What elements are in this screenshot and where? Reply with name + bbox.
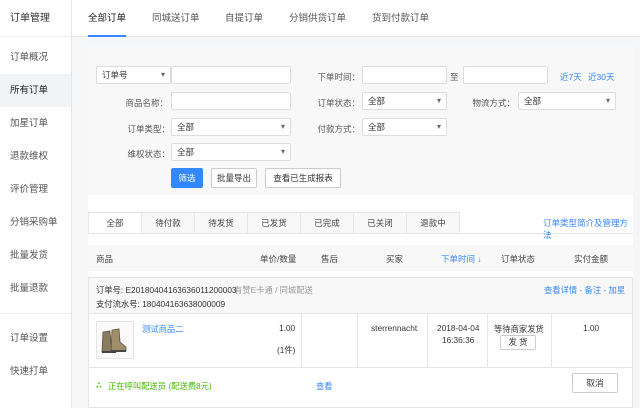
cell-divider <box>357 314 358 367</box>
sidebar-item-starred[interactable]: 加星订单 <box>0 107 71 140</box>
cell-divider <box>427 314 428 367</box>
buyer-name[interactable]: sterrennacht <box>371 323 417 333</box>
order-type-help-link[interactable]: 订单类型简介及管理方法 <box>543 217 633 241</box>
last30-link[interactable]: 近30天 <box>588 71 614 83</box>
sidebar-divider <box>0 313 71 314</box>
col-price-qty: 单价/数量 <box>260 254 297 264</box>
paid-amount: 1.00 <box>583 323 600 333</box>
cancel-button[interactable]: 取消 <box>572 373 618 393</box>
order-status: 等待商家发货 <box>494 324 544 334</box>
status-tab-pending-shipment[interactable]: 待发货 <box>194 212 248 234</box>
order-date: 2018-04-04 <box>437 323 480 333</box>
time-end-input[interactable] <box>463 66 548 84</box>
tab-cod[interactable]: 货到付款订单 <box>372 0 429 37</box>
order-number: 订单号: E20180404163636011200003 <box>96 285 237 295</box>
status-tab-completed[interactable]: 已完成 <box>300 212 354 234</box>
cell-divider <box>551 314 552 367</box>
col-aftersale: 售后 <box>321 254 339 264</box>
payment-label: 付款方式： <box>317 124 360 134</box>
order-no-input[interactable] <box>171 66 291 84</box>
last7-link[interactable]: 近7天 <box>560 71 582 83</box>
view-delivery-link[interactable]: 查看 <box>316 380 333 392</box>
product-name-link[interactable]: 测试商品二 <box>142 323 184 335</box>
delivery-footer: ∴ 正在呼叫配送员 (配送费8元) 查看 取消 <box>89 367 632 407</box>
order-status-select[interactable]: 全部 <box>362 92 447 110</box>
payment-select[interactable]: 全部 <box>362 118 447 136</box>
status-tab-pending-payment[interactable]: 待付款 <box>141 212 195 234</box>
product-thumbnail[interactable] <box>96 321 134 359</box>
sidebar-item-reviews[interactable]: 评价管理 <box>0 173 71 206</box>
sidebar-item-batch-ship[interactable]: 批量发货 <box>0 239 71 272</box>
order-type-select[interactable]: 全部 <box>171 118 291 136</box>
view-reports-button[interactable]: 查看已生成报表 <box>265 168 341 188</box>
filter-button[interactable]: 筛选 <box>171 168 203 188</box>
order-time-label: 下单时间： <box>317 72 360 82</box>
main-content: 订单号 下单时间： 至 近7天 近30天 商品名称： 订单状态： 全部 物流方式… <box>88 45 633 408</box>
sidebar-item-overview[interactable]: 订单概况 <box>0 41 71 74</box>
cell-divider <box>487 314 488 367</box>
col-product: 商品 <box>96 254 114 264</box>
order-status-label: 订单状态： <box>317 98 360 108</box>
time-to-label: 至 <box>450 72 459 82</box>
col-order-time[interactable]: 下单时间 ↓ <box>441 253 482 265</box>
order-no-select[interactable]: 订单号 <box>96 66 171 84</box>
order-header: 订单号: E20180404163636011200003 有赞E卡通 / 同城… <box>89 278 632 314</box>
status-tab-closed[interactable]: 已关闭 <box>353 212 407 234</box>
tab-all-orders[interactable]: 全部订单 <box>88 0 127 37</box>
sidebar-item-distribution[interactable]: 分销采购单 <box>0 206 71 239</box>
table-header: 商品 单价/数量 售后 买家 下单时间 ↓ 订单状态 实付金额 <box>88 245 633 271</box>
rights-select[interactable]: 全部 <box>171 143 291 161</box>
order-card: 订单号: E20180404163636011200003 有赞E卡通 / 同城… <box>88 277 633 408</box>
rights-label: 维权状态： <box>127 149 170 159</box>
sidebar-item-all-orders[interactable]: 所有订单 <box>0 74 71 107</box>
unit-price: 1.00 <box>279 323 296 333</box>
sidebar-item-quick-print[interactable]: 快速打单 <box>0 355 71 388</box>
time-start-input[interactable] <box>362 66 447 84</box>
order-actions[interactable]: 查看详情 - 备注 - 加星 <box>544 284 625 296</box>
order-type-label: 订单类型： <box>127 124 170 134</box>
boots-image <box>101 328 127 353</box>
sidebar: 订单管理 订单概况 所有订单 加星订单 退款维权 评价管理 分销采购单 批量发货… <box>0 0 72 408</box>
product-name-label: 商品名称： <box>125 98 168 108</box>
delivery-icon: ∴ <box>96 380 102 390</box>
col-amount: 实付金额 <box>574 254 609 264</box>
top-nav: 全部订单 同城送订单 自提订单 分销供货订单 货到付款订单 <box>72 0 640 37</box>
payment-serial: 支付流水号: 180404163638000009 <box>96 299 226 309</box>
sidebar-item-batch-refund[interactable]: 批量退款 <box>0 272 71 305</box>
export-button[interactable]: 批量导出 <box>211 168 257 188</box>
status-tab-shipped[interactable]: 已发货 <box>247 212 301 234</box>
sidebar-item-refunds[interactable]: 退款维权 <box>0 140 71 173</box>
status-tab-all[interactable]: 全部 <box>88 212 142 234</box>
status-tab-refunding[interactable]: 退款中 <box>406 212 460 234</box>
order-tags: 有赞E卡通 / 同城配送 <box>234 285 313 295</box>
product-name-input[interactable] <box>171 92 291 110</box>
tab-self-pickup[interactable]: 自提订单 <box>225 0 263 37</box>
col-buyer: 买家 <box>386 254 404 264</box>
order-time: 16:36:36 <box>442 335 475 345</box>
col-status: 订单状态 <box>501 254 536 264</box>
ship-button[interactable]: 发 货 <box>500 335 536 350</box>
cell-divider <box>301 314 302 367</box>
logistics-label: 物流方式： <box>472 98 515 108</box>
logistics-select[interactable]: 全部 <box>518 92 616 110</box>
filter-panel: 订单号 下单时间： 至 近7天 近30天 商品名称： 订单状态： 全部 物流方式… <box>88 45 633 195</box>
sidebar-title: 订单管理 <box>0 0 71 37</box>
quantity: (1件) <box>277 345 296 355</box>
delivery-status: 正在呼叫配送员 (配送费8元) <box>108 381 212 391</box>
tab-distribution[interactable]: 分销供货订单 <box>289 0 346 37</box>
sidebar-item-settings[interactable]: 订单设置 <box>0 322 71 355</box>
tab-same-city[interactable]: 同城送订单 <box>152 0 200 37</box>
